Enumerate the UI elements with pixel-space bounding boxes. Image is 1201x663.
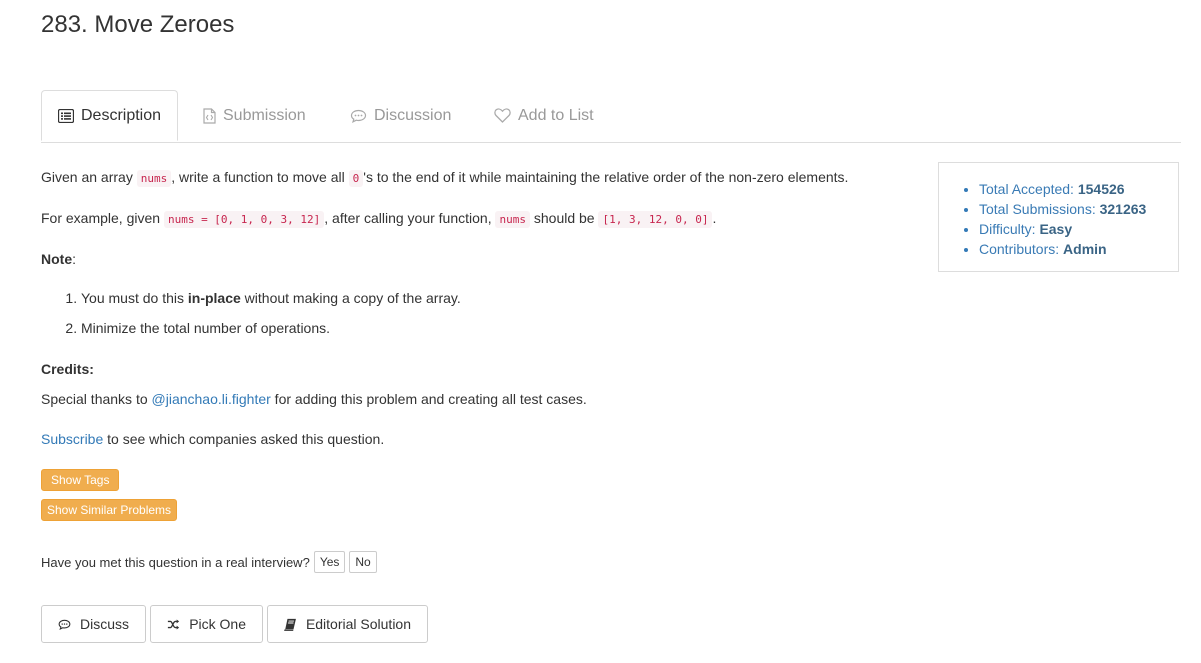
heart-icon bbox=[494, 108, 511, 123]
code-nums-2: nums bbox=[495, 211, 530, 228]
show-similar-problems-button[interactable]: Show Similar Problems bbox=[41, 499, 178, 521]
book-icon bbox=[284, 618, 296, 631]
tab-discussion[interactable]: Discussion bbox=[334, 90, 467, 141]
stat-total-accepted: Total Accepted: 154526 bbox=[979, 179, 1178, 199]
note-list: You must do this in-place without making… bbox=[41, 288, 461, 348]
credits-heading: Credits: bbox=[41, 361, 94, 377]
stat-total-submissions: Total Submissions: 321263 bbox=[979, 199, 1178, 219]
code-output: [1, 3, 12, 0, 0] bbox=[598, 211, 713, 228]
code-nums: nums bbox=[136, 170, 172, 187]
shuffle-icon bbox=[167, 618, 180, 630]
page-title: 283. Move Zeroes bbox=[41, 11, 235, 38]
difficulty-value: Easy bbox=[1039, 221, 1073, 237]
note-item-1: You must do this in-place without making… bbox=[81, 288, 461, 308]
code-zero: 0 bbox=[348, 170, 364, 187]
subscribe-text: Subscribe to see which companies asked t… bbox=[41, 431, 385, 447]
submission-icon bbox=[203, 107, 216, 124]
no-button[interactable]: No bbox=[349, 551, 377, 573]
tab-add-to-list[interactable]: Add to List bbox=[478, 90, 610, 141]
tab-add-to-list-label: Add to List bbox=[518, 106, 594, 124]
note-item-2: Minimize the total number of operations. bbox=[81, 318, 461, 338]
discuss-label: Discuss bbox=[79, 616, 129, 632]
discuss-button[interactable]: Discuss bbox=[41, 605, 146, 643]
pick-one-label: Pick One bbox=[189, 616, 246, 632]
subscribe-link[interactable]: Subscribe bbox=[41, 431, 103, 447]
pick-one-button[interactable]: Pick One bbox=[150, 605, 263, 643]
yes-button[interactable]: Yes bbox=[313, 551, 346, 573]
description-paragraph: Given an array nums, write a function to… bbox=[41, 169, 849, 187]
stats-panel: Total Accepted: 154526 Total Submissions… bbox=[938, 162, 1179, 272]
tab-submission-label: Submission bbox=[223, 106, 306, 124]
credits-text: Special thanks to @jianchao.li.fighter f… bbox=[41, 391, 587, 407]
tab-submission[interactable]: Submission bbox=[187, 90, 322, 141]
contributors-value: Admin bbox=[1063, 241, 1107, 257]
editorial-solution-button[interactable]: Editorial Solution bbox=[267, 605, 428, 643]
interview-prompt: Have you met this question in a real int… bbox=[41, 551, 377, 573]
total-submissions-value: 321263 bbox=[1099, 201, 1147, 217]
tab-discussion-label: Discussion bbox=[374, 106, 452, 124]
tab-description-label: Description bbox=[81, 106, 162, 124]
discussion-icon bbox=[350, 109, 367, 123]
tab-bar: Description Submission Discussion Add to… bbox=[41, 90, 1181, 143]
description-icon bbox=[58, 108, 74, 123]
total-accepted-value: 154526 bbox=[1077, 181, 1125, 197]
stat-difficulty: Difficulty: Easy bbox=[979, 219, 1178, 239]
note-heading: Note: bbox=[41, 251, 77, 267]
author-link[interactable]: @jianchao.li.fighter bbox=[152, 391, 271, 407]
interview-question: Have you met this question in a real int… bbox=[41, 554, 310, 570]
example-paragraph: For example, given nums = [0, 1, 0, 3, 1… bbox=[41, 210, 717, 228]
tab-description[interactable]: Description bbox=[41, 90, 179, 141]
comment-icon bbox=[58, 619, 71, 630]
show-tags-button[interactable]: Show Tags bbox=[41, 469, 120, 491]
stat-contributors: Contributors: Admin bbox=[979, 239, 1178, 259]
editorial-solution-label: Editorial Solution bbox=[305, 616, 411, 632]
code-input: nums = [0, 1, 0, 3, 12] bbox=[163, 211, 325, 228]
